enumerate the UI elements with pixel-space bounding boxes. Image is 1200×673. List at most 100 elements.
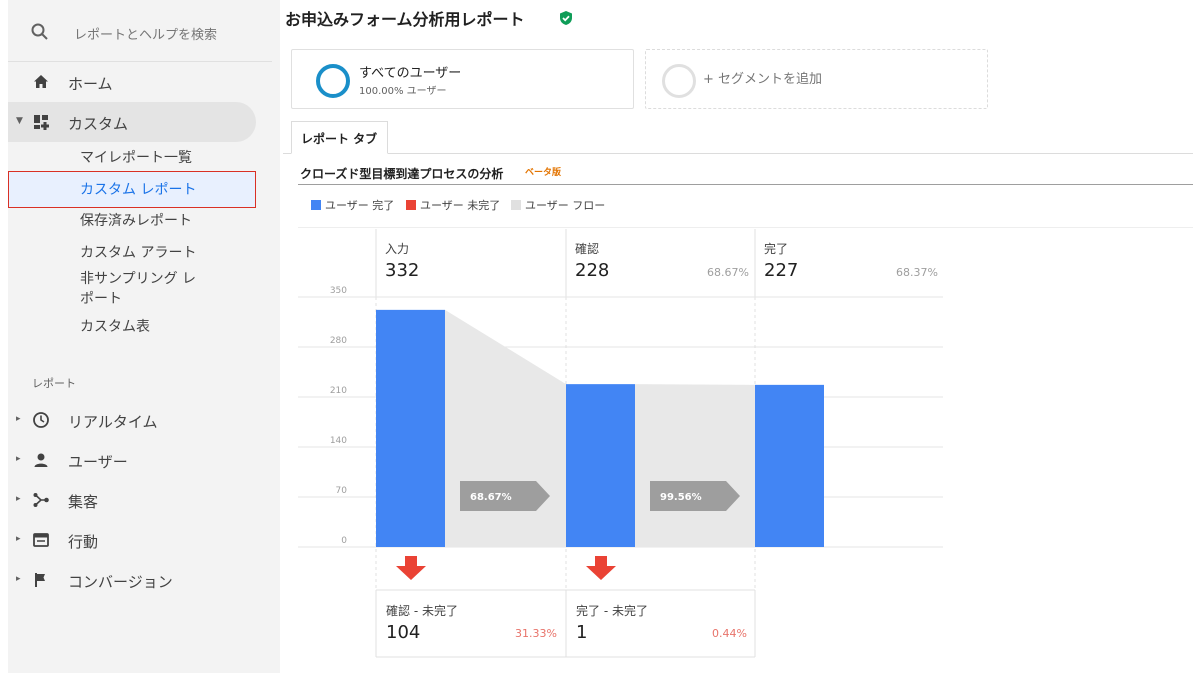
bar-stage-1	[566, 384, 635, 547]
funnel-top-border	[298, 227, 1193, 228]
flow-percent-arrow	[650, 481, 740, 511]
y-tick-label: 280	[330, 336, 347, 346]
legend-label: ユーザー フロー	[525, 199, 606, 212]
funnel-stage-input[interactable]: 入力 332	[376, 229, 565, 297]
legend-swatch	[406, 200, 416, 210]
dropoff-arrow-icon	[396, 556, 426, 580]
flag-icon	[35, 573, 45, 587]
search-icon	[31, 23, 48, 40]
sidebar-subitem-saved-reports[interactable]: 保存済みレポート	[80, 211, 192, 231]
add-segment-button[interactable]: + セグメントを追加	[645, 49, 988, 109]
caret-right-icon: ▸	[16, 454, 21, 464]
section-divider	[298, 184, 1193, 185]
sidebar-subitem-label-line1: 非サンプリング レ	[80, 271, 197, 287]
sidebar-item-behavior[interactable]: ▸ 行動	[8, 520, 256, 560]
behavior-icon	[33, 533, 49, 547]
dropoff-value: 104	[386, 622, 421, 643]
search-bar[interactable]: レポートとヘルプを検索	[8, 0, 272, 62]
funnel-stage-confirm[interactable]: 確認 228 68.67%	[566, 229, 755, 297]
sidebar-item-home[interactable]: ホーム	[8, 62, 256, 102]
beta-badge: ベータ版	[525, 168, 562, 178]
sidebar-subitem-label: カスタム レポート	[80, 182, 197, 198]
stage-value: 332	[385, 260, 420, 281]
y-tick-label: 350	[330, 286, 347, 296]
clock-icon	[33, 412, 49, 428]
legend-label: ユーザー 未完了	[420, 199, 501, 212]
bar-stage-0	[376, 309, 445, 547]
sidebar-section-label: レポート	[32, 377, 76, 390]
stage-name: 入力	[385, 242, 410, 256]
sidebar-subitem-unsampled-reports[interactable]: 非サンプリング レ ポート	[80, 269, 196, 309]
legend-item-flow: ユーザー フロー	[511, 197, 605, 213]
sidebar-item-label: コンバージョン	[68, 573, 173, 591]
empty-ring-icon	[662, 64, 696, 98]
legend-item-complete: ユーザー 完了	[311, 197, 394, 213]
sidebar: レポートとヘルプを検索 ホーム ▼ カスタム マイレポート一覧 カスタム レポー…	[8, 0, 280, 673]
caret-right-icon: ▸	[16, 534, 21, 544]
segment-name: すべてのユーザー	[359, 66, 462, 81]
caret-right-icon: ▸	[16, 414, 21, 424]
sidebar-item-label: カスタム	[68, 115, 129, 133]
y-tick-label: 210	[330, 386, 347, 396]
dashboard-icon	[34, 115, 49, 130]
dropoff-arrow-icon	[586, 556, 616, 580]
sidebar-subitem-custom-alerts[interactable]: カスタム アラート	[80, 243, 196, 263]
legend-swatch	[511, 200, 521, 210]
y-tick-label: 0	[341, 536, 347, 546]
dropoff-box-confirm[interactable]: 確認 - 未完了 104 31.33%	[376, 590, 565, 657]
sidebar-item-users[interactable]: ▸ ユーザー	[8, 440, 256, 480]
search-placeholder: レポートとヘルプを検索	[74, 28, 218, 43]
home-icon	[34, 75, 48, 88]
sidebar-subitem-my-reports[interactable]: マイレポート一覧	[80, 148, 192, 168]
stage-value: 228	[575, 260, 610, 281]
flow-percent-arrow	[460, 481, 550, 511]
acquisition-icon	[33, 493, 49, 507]
stage-name: 完了	[764, 242, 789, 256]
check-shield-icon	[560, 11, 572, 25]
dropoff-value: 1	[576, 622, 588, 643]
sidebar-item-realtime[interactable]: ▸ リアルタイム	[8, 400, 256, 440]
dropoff-box-complete[interactable]: 完了 - 未完了 1 0.44%	[566, 590, 755, 657]
stage-value: 227	[764, 260, 799, 281]
person-icon	[34, 453, 48, 467]
tab-strip-border	[283, 153, 1193, 154]
sidebar-item-label: 集客	[68, 493, 99, 511]
sidebar-subitem-custom-tables[interactable]: カスタム表	[80, 317, 150, 337]
y-tick-label: 140	[330, 436, 347, 446]
stage-percent: 68.37%	[896, 266, 938, 279]
sidebar-item-conversions[interactable]: ▸ コンバージョン	[8, 560, 256, 600]
sidebar-item-label: 行動	[68, 533, 99, 551]
legend-item-incomplete: ユーザー 未完了	[406, 197, 500, 213]
dropoff-label: 確認 - 未完了	[386, 604, 458, 618]
segment-percentage: 100.00% ユーザー	[359, 86, 447, 97]
tab-report[interactable]: レポート タブ	[291, 121, 388, 154]
add-segment-label: + セグメントを追加	[703, 72, 823, 87]
stage-percent: 68.67%	[707, 266, 749, 279]
bar-stage-2	[755, 384, 824, 547]
flow-percent-label: 68.67%	[470, 492, 512, 503]
sidebar-subitem-custom-report[interactable]: カスタム レポート	[8, 171, 256, 208]
y-tick-label: 70	[336, 486, 348, 496]
sidebar-item-custom[interactable]: ▼ カスタム	[8, 102, 256, 142]
dropoff-percent: 31.33%	[515, 627, 557, 640]
legend-swatch	[311, 200, 321, 210]
funnel-stage-complete[interactable]: 完了 227 68.37%	[755, 229, 944, 297]
caret-right-icon: ▸	[16, 574, 21, 584]
sidebar-item-label: ユーザー	[68, 453, 128, 471]
funnel-analysis-title: クローズド型目標到達プロセスの分析	[300, 167, 504, 181]
stage-name: 確認	[575, 242, 600, 256]
dropoff-percent: 0.44%	[712, 627, 747, 640]
sidebar-item-acquisition[interactable]: ▸ 集客	[8, 480, 256, 520]
segment-ring-icon	[316, 64, 350, 98]
sidebar-item-label: リアルタイム	[68, 413, 158, 431]
tab-label: レポート タブ	[301, 132, 378, 146]
caret-down-icon: ▼	[16, 116, 23, 126]
caret-right-icon: ▸	[16, 494, 21, 504]
flow-area	[635, 384, 755, 547]
page-title: お申込みフォーム分析用レポート	[285, 10, 525, 29]
legend-label: ユーザー 完了	[325, 199, 395, 212]
segment-all-users[interactable]: すべてのユーザー 100.00% ユーザー	[291, 49, 634, 109]
flow-percent-label: 99.56%	[660, 492, 702, 503]
flow-area	[445, 309, 566, 547]
sidebar-subitem-label-line2: ポート	[80, 291, 122, 307]
